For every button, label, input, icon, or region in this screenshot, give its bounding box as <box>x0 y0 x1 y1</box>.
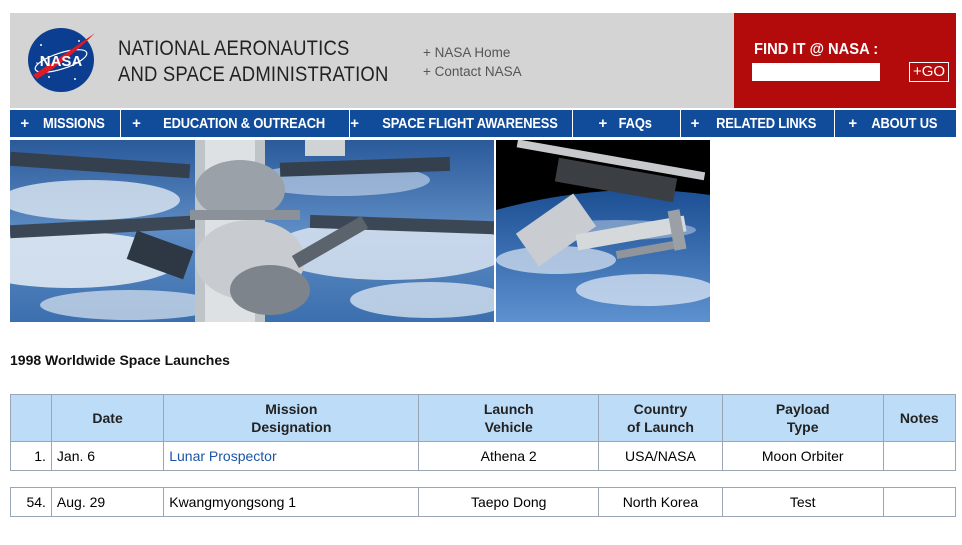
nav-missions[interactable]: + MISSIONS <box>10 110 121 137</box>
go-button[interactable]: +GO <box>909 62 949 82</box>
column-header-notes: Notes <box>883 395 955 441</box>
plus-icon: + <box>20 115 29 132</box>
table-row: 1. Jan. 6 Lunar Prospector Athena 2 USA/… <box>11 442 955 470</box>
plus-icon: + <box>350 115 359 132</box>
search-input[interactable] <box>752 63 880 81</box>
nav-label: FAQs <box>618 115 652 132</box>
site-header: NASA NATIONAL AERONAUTICS AND SPACE ADMI… <box>10 13 956 108</box>
row-country: USA/NASA <box>598 442 722 470</box>
agency-name: NATIONAL AERONAUTICS AND SPACE ADMINISTR… <box>118 36 389 88</box>
space-station-image <box>10 140 494 322</box>
column-header-country: Country of Launch <box>598 395 722 441</box>
column-header-vehicle: Launch Vehicle <box>419 395 598 441</box>
nav-faqs[interactable]: + FAQs <box>573 110 681 137</box>
nav-related-links[interactable]: + RELATED LINKS <box>681 110 835 137</box>
row-date: Jan. 6 <box>51 442 164 470</box>
page-heading: 1998 Worldwide Space Launches <box>10 352 230 368</box>
table-row: 54. Aug. 29 Kwangmyongsong 1 Taepo Dong … <box>11 488 955 516</box>
nav-label: RELATED LINKS <box>716 115 817 132</box>
nav-label: ABOUT US <box>871 115 938 132</box>
column-header-date: Date <box>51 395 164 441</box>
row-payload: Moon Orbiter <box>722 442 883 470</box>
table-header-row: Date Mission Designation Launch Vehicle Co… <box>11 395 955 441</box>
search-label: FIND IT @ NASA : <box>754 41 879 58</box>
row-vehicle: Taepo Dong <box>419 488 598 516</box>
nasa-home-link[interactable]: + NASA Home <box>423 43 522 62</box>
nasa-logo[interactable]: NASA <box>27 27 97 93</box>
column-header-mission: Mission Designation <box>164 395 419 441</box>
contact-nasa-link[interactable]: + Contact NASA <box>423 62 522 81</box>
search-panel: FIND IT @ NASA : +GO <box>734 13 956 108</box>
plus-icon: + <box>690 115 700 132</box>
nav-label: SPACE FLIGHT AWARENESS <box>382 115 558 132</box>
nav-education-outreach[interactable]: + EDUCATION & OUTREACH <box>121 110 350 137</box>
main-nav: + MISSIONS + EDUCATION & OUTREACH + SPACE F… <box>10 110 956 137</box>
row-country: North Korea <box>598 488 722 516</box>
row-number: 1. <box>11 442 51 470</box>
row-date: Aug. 29 <box>51 488 164 516</box>
plus-icon: + <box>598 115 608 132</box>
nav-label: EDUCATION & OUTREACH <box>162 115 325 132</box>
nav-label: MISSIONS <box>42 115 105 132</box>
nav-about-us[interactable]: + ABOUT US <box>835 110 956 137</box>
mission-link-lunar-prospector[interactable]: Lunar Prospector <box>169 448 276 464</box>
row-mission: Lunar Prospector <box>164 442 419 470</box>
row-notes <box>883 488 955 516</box>
iss-orbit-image <box>496 140 710 322</box>
plus-icon: + <box>132 115 141 132</box>
row-notes <box>883 442 955 470</box>
column-header-payload: Payload Type <box>722 395 883 441</box>
launch-table-continued: 54. Aug. 29 Kwangmyongsong 1 Taepo Dong … <box>10 487 956 517</box>
nav-space-flight-awareness[interactable]: + SPACE FLIGHT AWARENESS <box>350 110 573 137</box>
row-mission: Kwangmyongsong 1 <box>164 488 419 516</box>
agency-name-line2: AND SPACE ADMINISTRATION <box>118 63 389 86</box>
row-number: 54. <box>11 488 51 516</box>
agency-name-line1: NATIONAL AERONAUTICS <box>118 37 350 60</box>
row-vehicle: Athena 2 <box>419 442 598 470</box>
launch-table: Date Mission Designation Launch Vehicle Co… <box>10 394 956 471</box>
svg-text:NASA: NASA <box>40 53 83 70</box>
plus-icon: + <box>848 115 857 132</box>
row-payload: Test <box>722 488 883 516</box>
header-links: + NASA Home + Contact NASA <box>423 43 522 81</box>
column-header-number <box>11 395 51 441</box>
